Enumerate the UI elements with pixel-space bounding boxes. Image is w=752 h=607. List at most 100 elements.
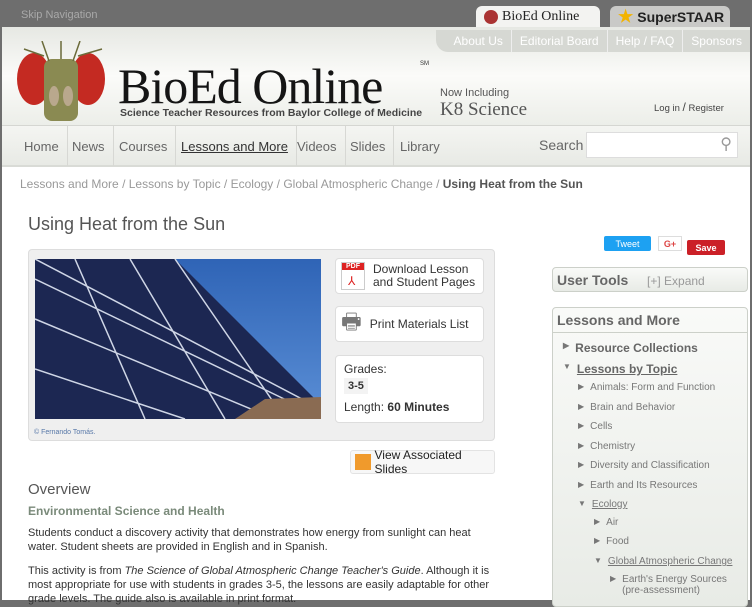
nav-lessons-and-more[interactable]: Lessons and More <box>173 126 297 166</box>
editorial-board-link[interactable]: Editorial Board <box>510 30 607 52</box>
breadcrumb-link[interactable]: Lessons by Topic <box>129 177 221 191</box>
breadcrumb-current: Using Heat from the Sun <box>442 177 583 191</box>
tree-label: Brain and Behavior <box>590 402 676 413</box>
tree-item[interactable]: ▶ Animals: Form and Function <box>578 382 715 393</box>
tree-label: Animals: Form and Function <box>590 382 716 393</box>
collapse-arrow-icon: ▼ <box>563 362 571 371</box>
search-input[interactable]: ⚲ <box>586 132 738 158</box>
view-associated-slides-button[interactable]: View Associated Slides <box>350 448 495 476</box>
tree-label: Chemistry <box>590 441 636 452</box>
expand-arrow-icon: ▶ <box>578 480 585 489</box>
tab-superstaar[interactable]: ★ SuperSTAAR <box>610 6 730 28</box>
breadcrumb-link[interactable]: Global Atmospheric Change <box>283 177 432 191</box>
overview-heading: Overview <box>28 481 91 498</box>
lesson-info-box: © Fernando Tomás. PDF ⅄ Download Lesson an… <box>28 249 495 441</box>
expand-arrow-icon: ▶ <box>578 382 585 391</box>
now-including: Now Including <box>440 87 510 99</box>
main-nav: Home News Courses Lessons and More Video… <box>2 125 750 167</box>
nav-home[interactable]: Home <box>16 126 68 166</box>
nav-videos[interactable]: Videos <box>289 126 346 166</box>
pinterest-save-button[interactable]: Save <box>687 240 725 255</box>
search-icon[interactable]: ⚲ <box>720 134 732 154</box>
expand-arrow-icon: ▶ <box>578 421 585 430</box>
sponsors-link[interactable]: Sponsors <box>682 30 750 52</box>
expand-arrow-icon: ▶ <box>578 460 585 469</box>
length-label: Length: <box>344 400 385 414</box>
user-tools-title: User Tools <box>557 272 629 288</box>
slides-icon <box>355 454 371 470</box>
collapse-arrow-icon: ▼ <box>578 499 586 508</box>
grades-label: Grades: <box>344 362 387 376</box>
fly-icon <box>484 10 498 24</box>
tree-item[interactable]: ▶ Earth's Energy Sources (pre-assessment) <box>610 574 740 596</box>
print-label: Print Materials List <box>369 317 469 331</box>
nav-library[interactable]: Library <box>392 126 448 166</box>
tree-item[interactable]: ▶ Chemistry <box>578 441 635 452</box>
pdf-icon-label: PDF <box>342 263 364 270</box>
google-plus-button[interactable]: G+ <box>658 236 682 251</box>
tweet-label: Tweet <box>615 238 640 249</box>
nav-slides[interactable]: Slides <box>342 126 395 166</box>
tree-item[interactable]: ▼ Ecology <box>578 499 628 510</box>
subject-heading: Environmental Science and Health <box>28 504 225 518</box>
page: About Us Editorial Board Help / FAQ Spon… <box>2 27 750 607</box>
search-label: Search <box>539 137 584 153</box>
page-title: Using Heat from the Sun <box>28 214 226 234</box>
tweet-button[interactable]: Tweet <box>604 236 651 251</box>
breadcrumb-link[interactable]: Lessons and More <box>20 177 119 191</box>
tree-item[interactable]: ▶ Food <box>594 536 629 547</box>
tagline: Science Teacher Resources from Baylor Co… <box>120 107 423 119</box>
expand-arrow-icon: ▶ <box>578 402 585 411</box>
gplus-label: G+ <box>663 238 677 249</box>
tree-label: Resource Collections <box>575 341 698 355</box>
lesson-details: Grades: 3-5 Length: 60 Minutes <box>335 355 484 423</box>
k8-science-link[interactable]: K8 Science <box>440 99 527 121</box>
user-tools-panel: User Tools [+] Expand <box>552 267 748 292</box>
save-label: Save <box>695 242 717 253</box>
collapse-arrow-icon: ▼ <box>594 556 602 565</box>
register-link[interactable]: Register <box>689 103 724 114</box>
star-icon: ★ <box>618 7 634 26</box>
expand-arrow-icon: ▶ <box>578 441 585 450</box>
expand-arrow-icon: ▶ <box>594 517 601 526</box>
nav-news[interactable]: News <box>64 126 114 166</box>
separator: / <box>682 100 686 114</box>
printer-icon: 🖶 <box>341 309 362 334</box>
help-faq-link[interactable]: Help / FAQ <box>606 30 683 52</box>
skip-navigation-link[interactable]: Skip Navigation <box>21 9 97 21</box>
fly-logo-icon <box>17 41 105 121</box>
tree-label: Global Atmospheric Change <box>607 556 733 567</box>
expand-arrow-icon: ▶ <box>594 536 601 545</box>
top-links: About Us Editorial Board Help / FAQ Spon… <box>435 30 750 52</box>
auth-links: Log in / Register <box>654 100 724 114</box>
tree-label: Ecology <box>591 499 628 510</box>
download-label: and Student Pages <box>373 275 476 289</box>
tree-label: Diversity and Classification <box>590 460 710 471</box>
tree-item[interactable]: ▶ Cells <box>578 421 612 432</box>
lessons-panel-title: Lessons and More <box>553 308 747 333</box>
expand-user-tools[interactable]: [+] Expand <box>647 274 705 288</box>
tree-item[interactable]: ▶ Diversity and Classification <box>578 460 710 471</box>
header: About Us Editorial Board Help / FAQ Spon… <box>2 27 750 125</box>
expand-arrow-icon: ▶ <box>610 574 617 583</box>
print-materials-button[interactable]: 🖶 Print Materials List <box>335 306 484 342</box>
tree-item[interactable]: ▶ Resource Collections <box>563 341 698 355</box>
tree-item[interactable]: ▶ Air <box>594 517 618 528</box>
tree-item[interactable]: ▼ Global Atmospheric Change <box>594 556 732 567</box>
tree-label: Earth's Energy Sources (pre-assessment) <box>622 574 727 596</box>
download-lesson-button[interactable]: PDF ⅄ Download Lesson and Student Pages <box>335 258 484 294</box>
login-link[interactable]: Log in <box>654 103 680 114</box>
tree-label: Lessons by Topic <box>576 362 678 376</box>
breadcrumb-link[interactable]: Ecology <box>231 177 274 191</box>
nav-courses[interactable]: Courses <box>111 126 177 166</box>
service-mark: SM <box>420 61 429 67</box>
tree-item[interactable]: ▼ Lessons by Topic <box>563 362 677 376</box>
tab-bioed-online[interactable]: BioEd Online <box>476 6 600 28</box>
tree-label: Cells <box>590 421 613 432</box>
photo-credit: © Fernando Tomás. <box>34 429 96 436</box>
solar-panel-photo <box>35 259 321 419</box>
about-us-link[interactable]: About Us <box>446 30 511 52</box>
length-value: 60 Minutes <box>387 400 450 414</box>
tree-item[interactable]: ▶ Earth and Its Resources <box>578 480 697 491</box>
tree-item[interactable]: ▶ Brain and Behavior <box>578 402 675 413</box>
